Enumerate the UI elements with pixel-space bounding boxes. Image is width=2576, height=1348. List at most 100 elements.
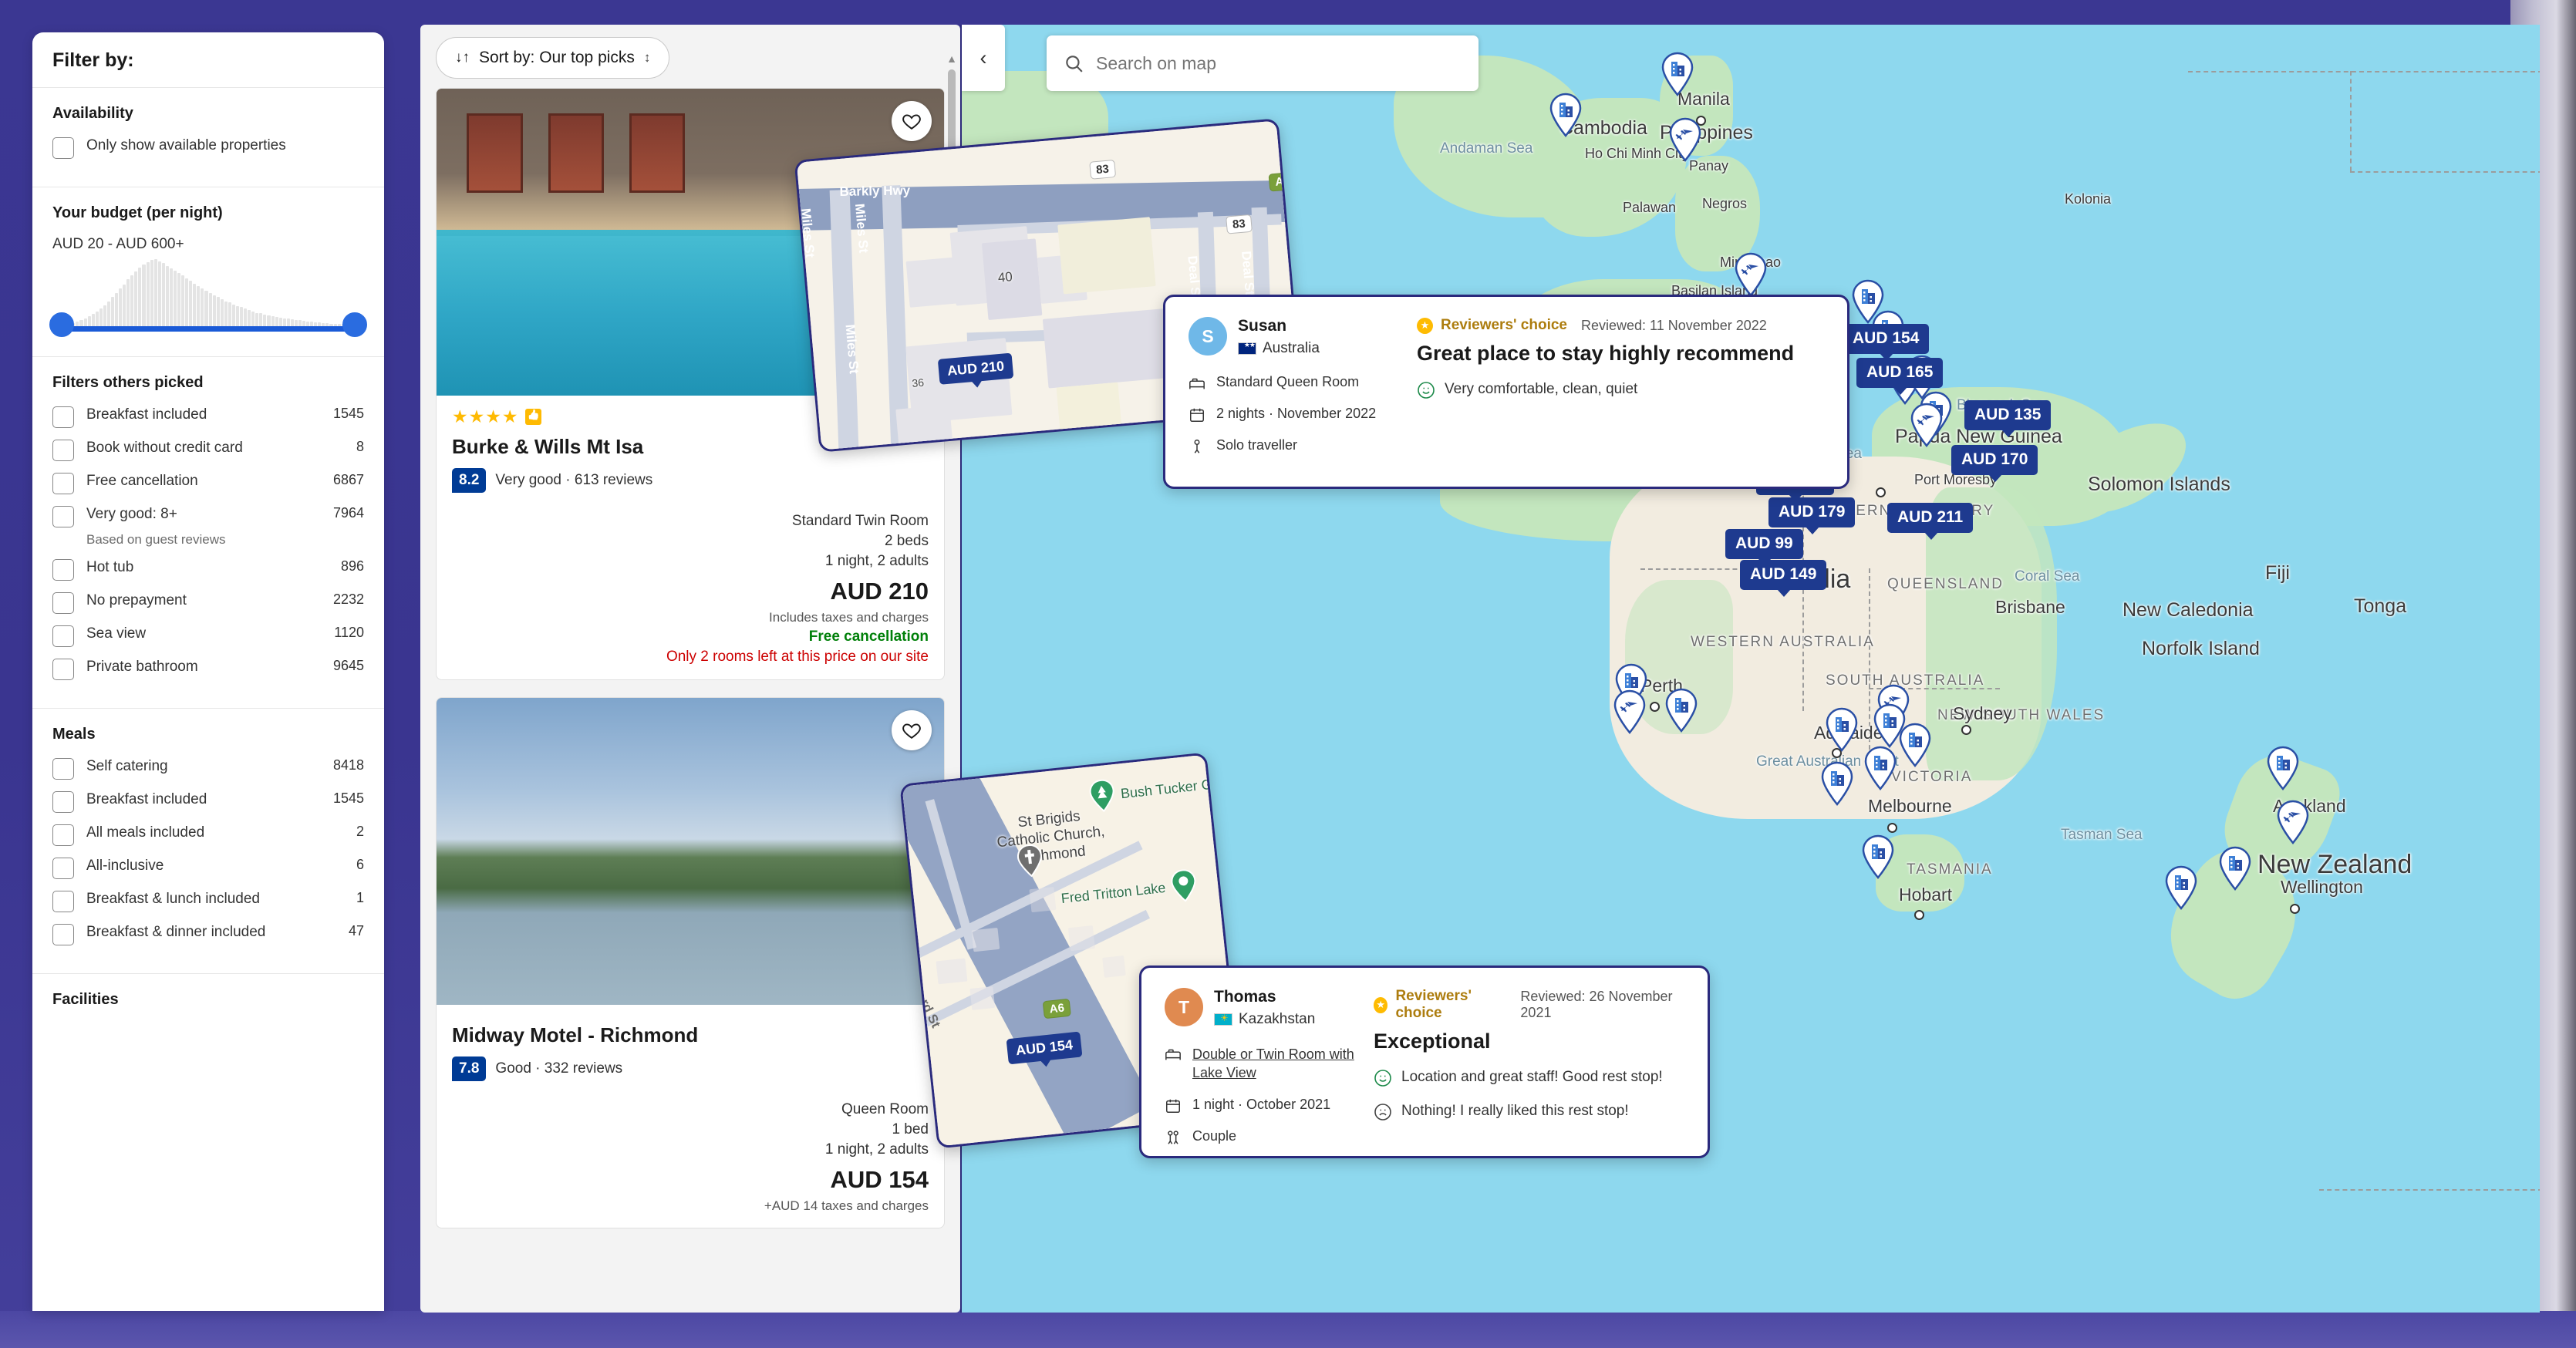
filter-option[interactable]: Breakfast & dinner included 47 (52, 923, 364, 945)
price-amount: AUD 210 (830, 578, 929, 605)
map-price-marker[interactable]: AUD 149 (1740, 560, 1827, 597)
sad-face-icon (1374, 1104, 1391, 1121)
budget-slider-track[interactable] (49, 312, 367, 337)
review-popup-thomas[interactable]: T Thomas Kazakhstan Double or Twin Room … (1139, 966, 1710, 1158)
hotel-pin-icon[interactable] (1824, 707, 1860, 752)
hotel-pin-icon[interactable] (1863, 746, 1898, 790)
checkbox[interactable] (52, 592, 74, 614)
hotel-pin-icon[interactable] (1548, 93, 1583, 137)
checkbox[interactable] (52, 506, 74, 527)
checkbox[interactable] (52, 858, 74, 879)
checkbox[interactable] (52, 625, 74, 647)
budget-slider[interactable] (49, 259, 367, 339)
checkbox[interactable] (52, 659, 74, 680)
stay-room[interactable]: Double or Twin Room with Lake View (1165, 1045, 1369, 1083)
checkbox[interactable] (52, 924, 74, 945)
country-label: Australia (1263, 340, 1320, 356)
stay-summary: 1 night, 2 adults (824, 1141, 929, 1158)
property-name[interactable]: Midway Motel - Richmond (452, 1023, 929, 1047)
review-title: Exceptional (1374, 1030, 1491, 1053)
filter-option[interactable]: Breakfast included 1545 (52, 406, 364, 428)
hotel-pin-icon[interactable] (1897, 723, 1933, 767)
property-photo-wrapper[interactable] (437, 698, 944, 1005)
checkbox[interactable] (52, 559, 74, 581)
histogram-bar (244, 308, 248, 327)
checkbox[interactable] (52, 440, 74, 461)
filter-option[interactable]: Sea view 1120 (52, 625, 364, 647)
map-price-marker[interactable]: AUD 170 (1951, 445, 2038, 482)
budget-slider-max-handle[interactable] (342, 312, 367, 337)
flag-australia-icon (1238, 341, 1256, 355)
map-search-bar[interactable] (1047, 35, 1479, 91)
map-price-marker[interactable]: AUD 211 (1887, 503, 1974, 540)
reviewer-country: Australia (1238, 340, 1320, 357)
filter-option[interactable]: All meals included 2 (52, 824, 364, 846)
map-price-marker[interactable]: AUD 154 (1843, 324, 1930, 361)
filter-option[interactable]: No prepayment 2232 (52, 591, 364, 614)
building (971, 927, 1000, 952)
positive-text: Location and great staff! Good rest stop… (1401, 1069, 1663, 1085)
save-to-wishlist-button[interactable] (892, 101, 932, 141)
filter-option[interactable]: Very good: 8+ 7964 (52, 505, 364, 527)
hotel-pin-icon[interactable] (2217, 846, 2253, 891)
map-search-input[interactable] (1096, 52, 1462, 74)
map-price-marker[interactable]: AUD 165 (1856, 358, 1944, 395)
review-popup-susan[interactable]: S Susan Australia Standard Queen Room (1163, 295, 1849, 489)
checkbox[interactable] (52, 791, 74, 813)
filter-only-available[interactable]: Only show available properties (52, 136, 364, 159)
hotel-pin-icon[interactable] (1660, 52, 1695, 96)
filter-option[interactable]: Book without credit card 8 (52, 439, 364, 461)
airport-pin-icon[interactable] (1909, 403, 1944, 447)
hotel-pin-icon[interactable] (1860, 834, 1896, 879)
filter-count: 8418 (332, 757, 364, 773)
sort-dropdown-button[interactable]: ↓↑ Sort by: Our top picks ↕ (436, 37, 670, 79)
filter-option[interactable]: Free cancellation 6867 (52, 472, 364, 494)
review-score-text: Very good · 613 reviews (495, 472, 653, 488)
hotel-pin-icon[interactable] (2163, 865, 2199, 910)
property-card[interactable]: Midway Motel - Richmond 7.8 Good · 332 rev… (436, 697, 945, 1228)
facilities-section: Facilities (32, 974, 384, 1040)
map-price-marker[interactable]: AUD 179 (1768, 497, 1856, 534)
checkbox[interactable] (52, 406, 74, 428)
map-price-marker[interactable]: AUD 99 (1725, 529, 1803, 566)
budget-section: Your budget (per night) AUD 20 - AUD 600… (32, 187, 384, 357)
histogram-bar (224, 301, 228, 327)
filter-count: 8 (356, 439, 364, 454)
checkbox[interactable] (52, 473, 74, 494)
review-left-column: T Thomas Kazakhstan Double or Twin Room … (1165, 988, 1369, 1144)
histogram-bar (201, 288, 204, 327)
hotel-pin-icon[interactable] (1664, 688, 1699, 733)
save-to-wishlist-button[interactable] (892, 710, 932, 750)
airport-pin-icon[interactable] (1667, 117, 1703, 162)
highway-shield-83-a: 83 (1089, 159, 1116, 180)
filter-option[interactable]: All-inclusive 6 (52, 857, 364, 879)
room-label: Standard Queen Room (1216, 374, 1360, 389)
filter-label: Hot tub (86, 559, 134, 575)
airport-pin-icon[interactable] (1733, 252, 1768, 297)
checkbox-only-available[interactable] (52, 137, 74, 159)
couple-icon (1168, 1130, 1178, 1144)
map-price-marker[interactable]: AUD 135 (1964, 400, 2052, 437)
collapse-sidebar-button[interactable]: ‹ (962, 25, 1005, 91)
stay-traveller: Solo traveller (1189, 437, 1412, 455)
budget-slider-min-handle[interactable] (49, 312, 74, 337)
histogram-bar (212, 295, 216, 327)
airport-pin-icon[interactable] (2275, 800, 2311, 844)
checkbox[interactable] (52, 824, 74, 846)
filter-option[interactable]: Breakfast & lunch included 1 (52, 890, 364, 912)
filter-count: 1545 (332, 406, 364, 421)
room-link[interactable]: Double or Twin Room with Lake View (1192, 1045, 1369, 1083)
filter-option[interactable]: Self catering 8418 (52, 757, 364, 780)
price-block: Standard Twin Room 2 beds 1 night, 2 adult… (452, 513, 929, 666)
checkbox[interactable] (52, 891, 74, 912)
checkbox[interactable] (52, 758, 74, 780)
filter-label: Breakfast included (86, 406, 207, 423)
filter-option[interactable]: Breakfast included 1545 (52, 790, 364, 813)
scroll-up-arrow-icon[interactable]: ▲ (946, 52, 957, 65)
airport-pin-icon[interactable] (1612, 689, 1647, 734)
city-marker-dot (2290, 904, 2300, 914)
hotel-pin-icon[interactable] (1819, 761, 1855, 806)
hotel-pin-icon[interactable] (2265, 746, 2301, 790)
filter-option[interactable]: Private bathroom 9645 (52, 658, 364, 680)
filter-option[interactable]: Hot tub 896 (52, 558, 364, 581)
